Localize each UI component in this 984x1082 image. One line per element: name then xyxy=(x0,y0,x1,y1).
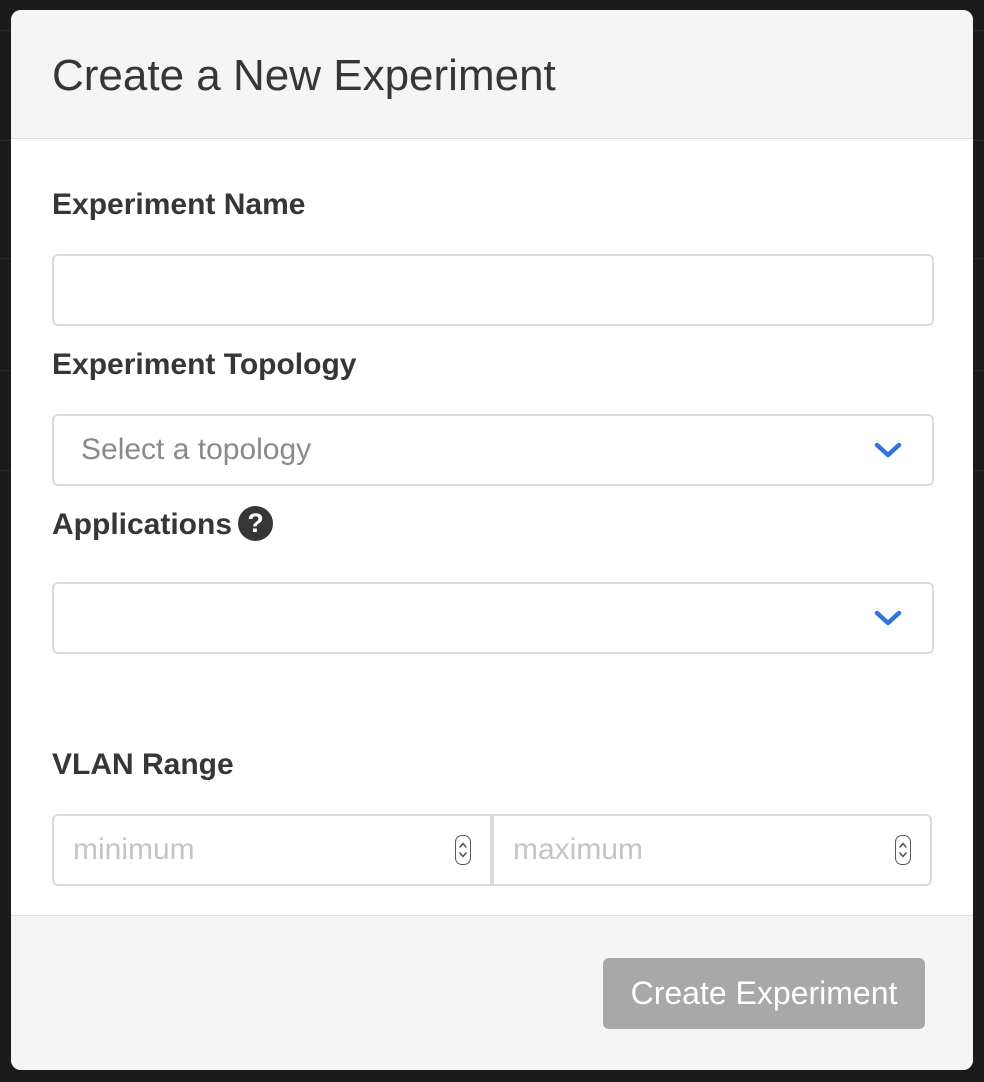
create-experiment-button[interactable]: Create Experiment xyxy=(603,958,925,1029)
applications-select[interactable] xyxy=(52,582,934,654)
modal-footer: Create Experiment xyxy=(11,915,973,1070)
vlan-range-label: VLAN Range xyxy=(52,748,234,781)
vlan-range-group: minimum maximum xyxy=(52,814,932,886)
modal-body: Experiment Name Experiment Topology Sele… xyxy=(11,139,973,915)
topology-select-placeholder: Select a topology xyxy=(81,433,312,466)
spinner-arrows-icon[interactable] xyxy=(455,835,471,865)
vlan-minimum-input[interactable]: minimum xyxy=(52,814,492,886)
help-icon[interactable]: ? xyxy=(238,506,274,541)
experiment-name-field-box xyxy=(52,254,934,326)
chevron-down-icon xyxy=(874,610,902,626)
applications-label: Applications? xyxy=(52,505,274,545)
vlan-maximum-input[interactable]: maximum xyxy=(492,814,932,886)
experiment-name-input[interactable] xyxy=(54,256,932,324)
experiment-name-label: Experiment Name xyxy=(52,188,306,221)
create-experiment-modal: Create a New Experiment Experiment Name … xyxy=(11,10,973,1070)
topology-select[interactable]: Select a topology xyxy=(52,414,934,486)
modal-header: Create a New Experiment xyxy=(11,10,973,139)
modal-title: Create a New Experiment xyxy=(52,51,556,100)
spinner-arrows-icon[interactable] xyxy=(895,835,911,865)
vlan-minimum-placeholder: minimum xyxy=(73,833,195,866)
applications-label-text: Applications xyxy=(52,508,233,541)
vlan-maximum-placeholder: maximum xyxy=(513,833,644,866)
experiment-topology-label: Experiment Topology xyxy=(52,348,357,381)
chevron-down-icon xyxy=(874,442,902,458)
